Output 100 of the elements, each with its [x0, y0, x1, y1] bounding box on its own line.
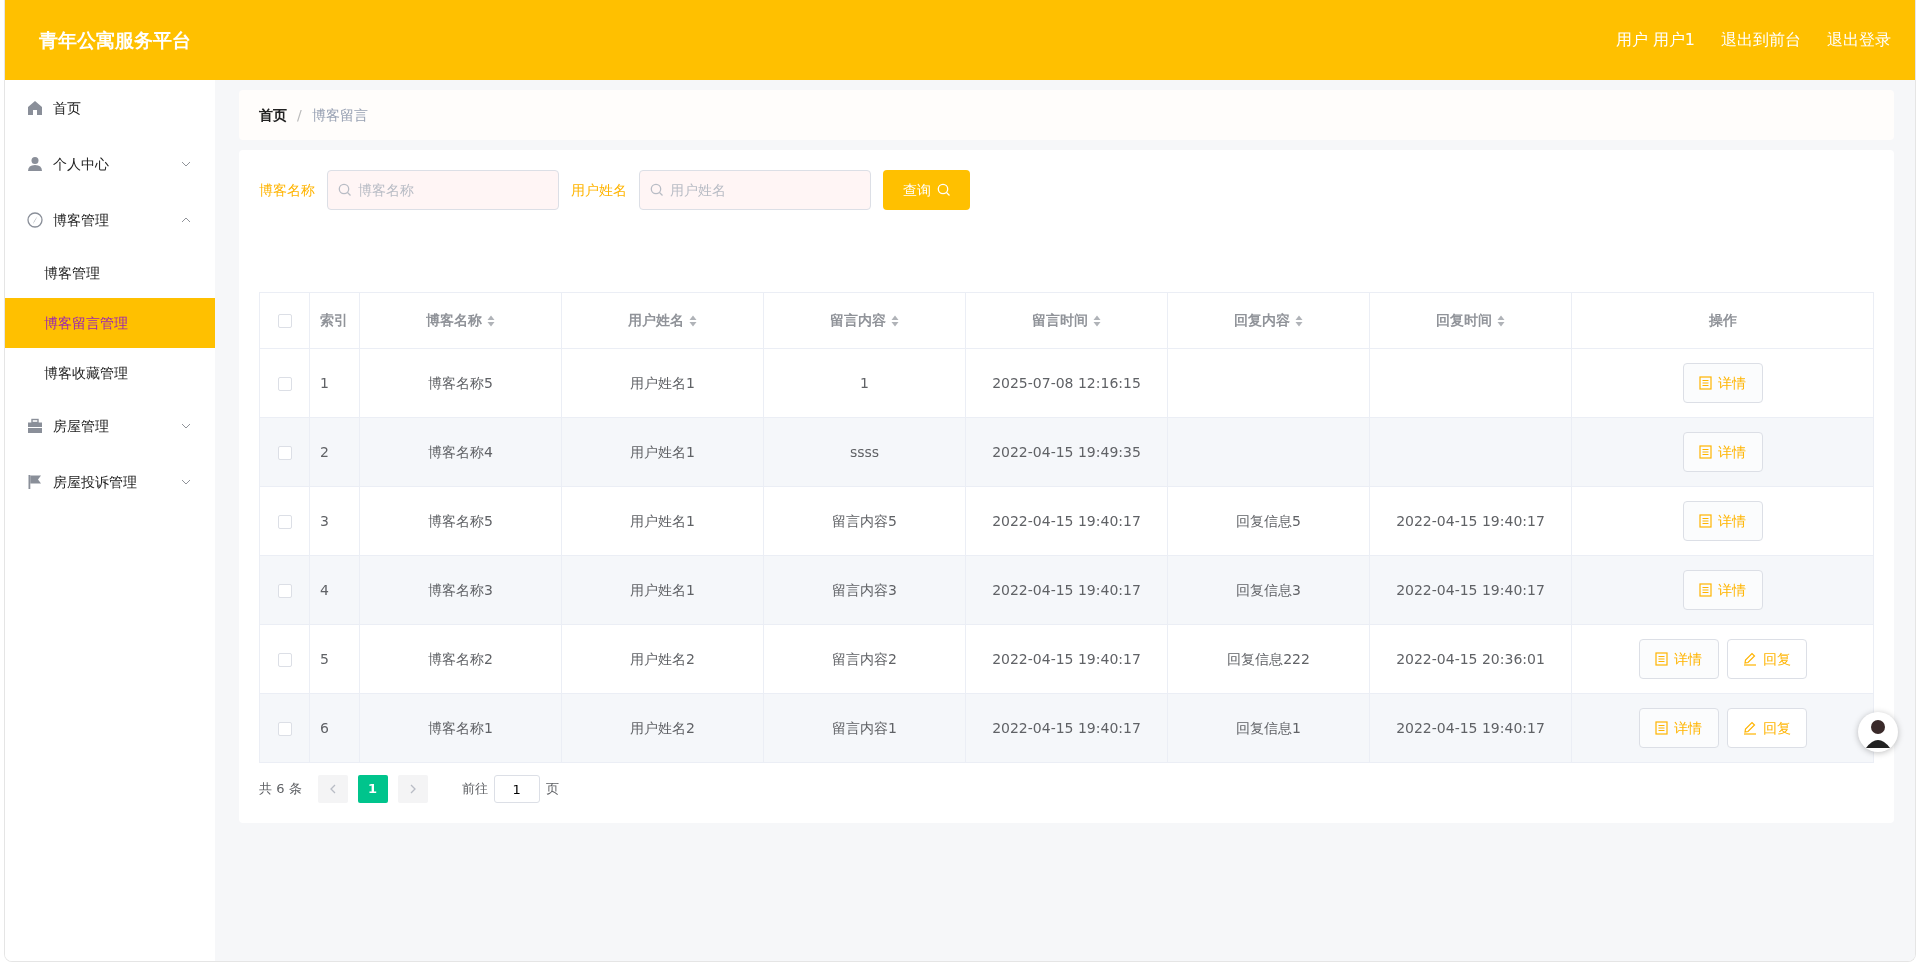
- search-button[interactable]: 查询: [883, 170, 970, 210]
- column-header[interactable]: 留言时间: [1032, 310, 1101, 331]
- checkbox[interactable]: [277, 514, 292, 529]
- sidebar-subitem[interactable]: 博客收藏管理: [5, 348, 215, 398]
- table-cell: ssss: [849, 443, 880, 460]
- table-cell: 博客名称4: [428, 443, 493, 460]
- search-icon: [936, 183, 951, 197]
- checkbox[interactable]: [277, 721, 292, 736]
- document-icon: [1655, 721, 1668, 735]
- chevron-right-icon: [409, 784, 416, 794]
- table-cell: 用户姓名1: [630, 374, 695, 391]
- detail-button[interactable]: 详情: [1682, 432, 1763, 472]
- page-input[interactable]: 1: [493, 775, 540, 803]
- checkbox[interactable]: [277, 652, 292, 667]
- sidebar-subitem[interactable]: 博客留言管理: [5, 298, 215, 348]
- prev-page-button[interactable]: [317, 775, 348, 803]
- table-cell: 博客名称3: [428, 581, 493, 598]
- sidebar-item[interactable]: 房屋投诉管理: [5, 454, 215, 510]
- document-icon: [1699, 583, 1712, 597]
- column-header[interactable]: 操作: [1708, 310, 1737, 331]
- detail-button[interactable]: 详情: [1682, 570, 1763, 610]
- column-header[interactable]: 用户姓名: [628, 310, 697, 331]
- table-cell: 1: [860, 374, 869, 391]
- detail-button[interactable]: 详情: [1682, 363, 1763, 403]
- field-label: 博客名称: [259, 180, 315, 200]
- compass-icon: [27, 212, 43, 228]
- detail-button[interactable]: 详情: [1682, 501, 1763, 541]
- document-icon: [1699, 514, 1712, 528]
- table-cell: 1: [320, 374, 329, 391]
- table-cell: 用户姓名2: [630, 650, 695, 667]
- sort-icon: [1295, 314, 1303, 327]
- column-header[interactable]: 博客名称: [426, 310, 495, 331]
- search-field[interactable]: 博客名称: [327, 170, 559, 210]
- breadcrumb-separator: /: [297, 105, 302, 125]
- next-page-button[interactable]: [397, 775, 428, 803]
- table-cell: 回复信息222: [1227, 650, 1310, 667]
- chevron-down-icon: [181, 479, 191, 485]
- table-cell: 6: [320, 719, 329, 736]
- sidebar-item[interactable]: 博客管理: [5, 192, 215, 248]
- table-cell: 4: [320, 581, 329, 598]
- table-cell: 回复信息5: [1236, 512, 1301, 529]
- table-cell: 2022-04-15 19:40:17: [992, 581, 1141, 598]
- table-cell: 博客名称1: [428, 719, 493, 736]
- table-cell: 留言内容5: [832, 512, 897, 529]
- table-cell: 2022-04-15 19:40:17: [1396, 581, 1545, 598]
- checkbox[interactable]: [277, 314, 292, 329]
- table-cell: 2022-04-15 19:40:17: [992, 719, 1141, 736]
- checkbox[interactable]: [277, 376, 292, 391]
- document-icon: [1699, 445, 1712, 459]
- table-cell: 博客名称5: [428, 512, 493, 529]
- checkbox[interactable]: [277, 445, 292, 460]
- table-cell: 留言内容1: [832, 719, 897, 736]
- goto-label: 前往: [461, 780, 488, 799]
- breadcrumb-link[interactable]: 首页: [259, 104, 287, 126]
- document-icon: [1655, 652, 1668, 666]
- reply-button[interactable]: 回复: [1726, 708, 1807, 748]
- sort-icon: [891, 314, 899, 327]
- table-cell: 留言内容3: [832, 581, 897, 598]
- detail-button[interactable]: 详情: [1638, 708, 1719, 748]
- detail-button[interactable]: 详情: [1638, 639, 1719, 679]
- table-cell: 2025-07-08 12:16:15: [992, 374, 1141, 391]
- flag-icon: [27, 474, 43, 490]
- user-icon: [27, 156, 43, 172]
- header-link[interactable]: 退出登录: [1827, 28, 1891, 52]
- table-cell: 5: [320, 650, 329, 667]
- chevron-up-icon: [181, 217, 191, 223]
- column-header[interactable]: 回复时间: [1436, 310, 1505, 331]
- table-cell: 回复信息3: [1236, 581, 1301, 598]
- column-header[interactable]: 回复内容: [1234, 310, 1303, 331]
- sidebar-item[interactable]: 房屋管理: [5, 398, 215, 454]
- table-cell: 2022-04-15 20:36:01: [1396, 650, 1545, 667]
- document-icon: [1699, 376, 1712, 390]
- total-count: 共 6 条: [259, 780, 302, 799]
- chevron-down-icon: [181, 423, 191, 429]
- page-button[interactable]: 1: [357, 775, 388, 803]
- page-suffix: 页: [545, 780, 559, 799]
- pencil-icon: [1742, 721, 1757, 735]
- breadcrumb-current: 博客留言: [311, 105, 368, 125]
- table-cell: 博客名称2: [428, 650, 493, 667]
- sidebar-item[interactable]: 首页: [5, 80, 215, 136]
- table-cell: 回复信息1: [1236, 719, 1301, 736]
- table-cell: 用户姓名2: [630, 719, 695, 736]
- search-field[interactable]: 用户姓名: [639, 170, 871, 210]
- header-link[interactable]: 退出到前台: [1721, 28, 1801, 52]
- chevron-down-icon: [181, 161, 191, 167]
- table-cell: 博客名称5: [428, 374, 493, 391]
- reply-button[interactable]: 回复: [1726, 639, 1807, 679]
- checkbox[interactable]: [277, 583, 292, 598]
- chevron-left-icon: [329, 784, 336, 794]
- pencil-icon: [1742, 652, 1757, 666]
- table-cell: 留言内容2: [832, 650, 897, 667]
- table-cell: 2022-04-15 19:49:35: [992, 443, 1141, 460]
- table-cell: 用户姓名1: [630, 512, 695, 529]
- column-header[interactable]: 留言内容: [830, 310, 899, 331]
- sidebar-item[interactable]: 个人中心: [5, 136, 215, 192]
- sidebar-subitem[interactable]: 博客管理: [5, 248, 215, 298]
- field-label: 用户姓名: [571, 180, 627, 200]
- table-cell: 2022-04-15 19:40:17: [992, 512, 1141, 529]
- header-link[interactable]: 用户 用户1: [1615, 28, 1695, 52]
- table-cell: 用户姓名1: [630, 581, 695, 598]
